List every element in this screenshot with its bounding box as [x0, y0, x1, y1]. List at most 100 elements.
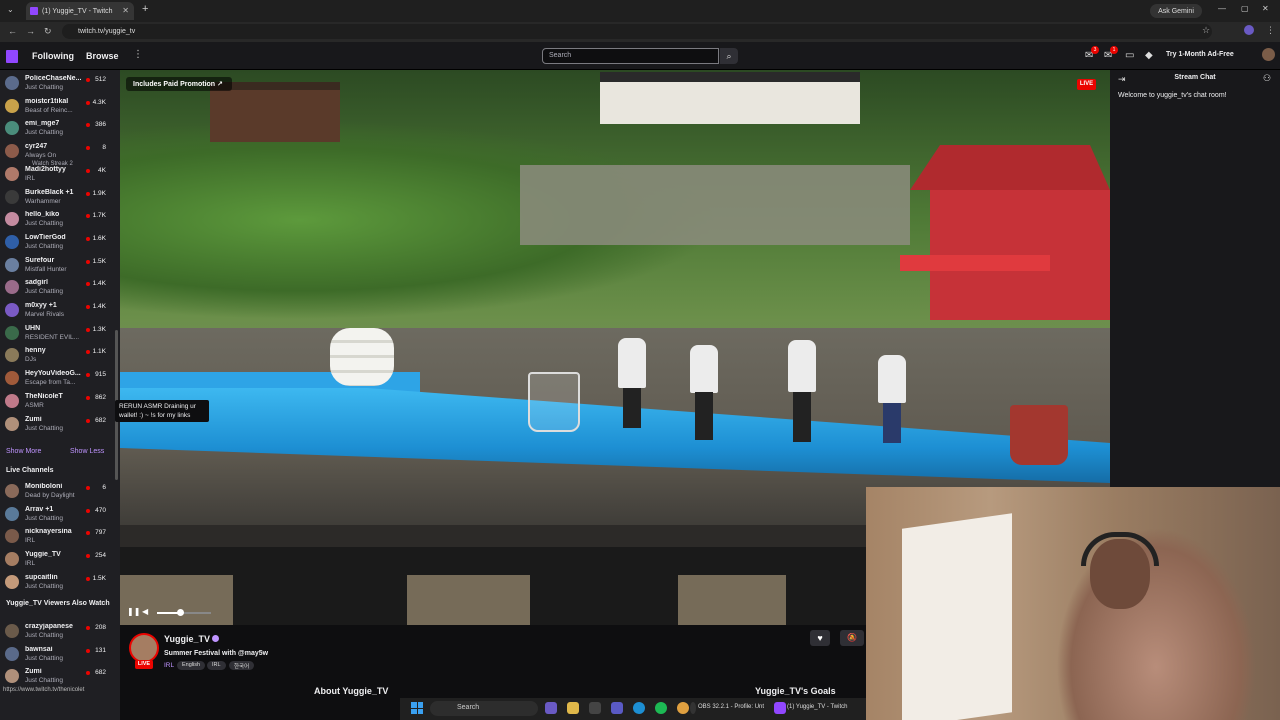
- ad-free-button[interactable]: Try 1-Month Ad-Free: [1166, 51, 1234, 58]
- sidebar-channel-row[interactable]: moistcr1tikal Beast of Reinc... 4.3K: [0, 95, 120, 117]
- teams-icon[interactable]: [611, 702, 623, 714]
- volume-icon[interactable]: ◀: [142, 607, 148, 616]
- inbox-icon[interactable]: ▭: [1125, 50, 1134, 61]
- sidebar-channel-row[interactable]: PoliceChaseNe... Just Chatting 512: [0, 72, 120, 94]
- live-dot-icon: [86, 100, 90, 105]
- sidebar-channel-row[interactable]: m0xyy +1 Marvel Rivals 1.4K: [0, 299, 120, 321]
- sidebar-channel-row[interactable]: supcaitlin Just Chatting 1.5K: [0, 571, 120, 593]
- maximize-icon[interactable]: ▢: [1241, 4, 1249, 13]
- tag-irl[interactable]: IRL: [207, 661, 226, 670]
- sidebar-channel-row[interactable]: Yuggie_TV IRL 254: [0, 548, 120, 570]
- browser-tab[interactable]: (1) Yuggie_TV - Twitch ✕: [26, 2, 134, 20]
- sidebar-channel-row[interactable]: cyr247 Always On 8: [0, 140, 120, 162]
- windows-start-icon[interactable]: [411, 702, 423, 714]
- user-avatar[interactable]: [1262, 48, 1275, 61]
- sidebar-channel-row[interactable]: TheNicoleT ASMR 862: [0, 390, 120, 412]
- close-tab-icon[interactable]: ✕: [122, 6, 129, 15]
- sidebar-channel-row[interactable]: hello_kiko Just Chatting 1.7K: [0, 208, 120, 230]
- sidebar-channel-row[interactable]: Surefour Mistfall Hunter 1.5K: [0, 254, 120, 276]
- channel-live-badge: LIVE: [135, 660, 153, 669]
- video-basket: [528, 372, 580, 432]
- sidebar-channel-row[interactable]: sadgirl Just Chatting 1.4K: [0, 276, 120, 298]
- sidebar-channel-row[interactable]: UHN RESIDENT EVIL... 1.3K: [0, 322, 120, 344]
- live-dot-icon: [86, 554, 90, 559]
- channel-avatar[interactable]: [129, 633, 159, 663]
- back-icon[interactable]: ←: [8, 26, 17, 36]
- tag-korean[interactable]: 한국어: [229, 661, 255, 670]
- bits-icon[interactable]: ◆: [1145, 50, 1153, 61]
- tab-title: (1) Yuggie_TV - Twitch: [42, 7, 113, 15]
- close-window-icon[interactable]: ✕: [1262, 4, 1269, 13]
- channel-category: Just Chatting: [25, 424, 63, 432]
- volume-slider-handle[interactable]: [177, 609, 184, 616]
- ask-gemini-button[interactable]: Ask Gemini: [1150, 4, 1202, 18]
- sidebar-channel-row[interactable]: henny DJs 1.1K: [0, 344, 120, 366]
- browser-menu-icon[interactable]: ⋮: [1266, 25, 1275, 36]
- taskbar-twitch[interactable]: (1) Yuggie_TV - Twitch: [787, 704, 847, 710]
- edge-icon[interactable]: [633, 702, 645, 714]
- sidebar-channel-row[interactable]: LowTierGod Just Chatting 1.6K: [0, 231, 120, 253]
- forward-icon[interactable]: →: [26, 26, 35, 36]
- tag-english[interactable]: English: [177, 661, 206, 670]
- reload-icon[interactable]: ↻: [44, 26, 52, 37]
- copilot-icon[interactable]: [545, 702, 557, 714]
- nav-following[interactable]: Following: [32, 51, 74, 61]
- channel-name: HeyYouVideoG...: [25, 370, 81, 378]
- paid-promotion-badge[interactable]: Includes Paid Promotion ↗: [126, 77, 232, 91]
- url-field[interactable]: twitch.tv/yuggie_tv: [62, 24, 1212, 39]
- taskbar-obs[interactable]: OBS 32.2.1 - Profile: Unt: [698, 704, 764, 710]
- obs-icon[interactable]: [690, 702, 696, 714]
- channel-category: Just Chatting: [25, 677, 63, 685]
- channel-name[interactable]: Yuggie_TV: [164, 634, 210, 644]
- channel-avatar: [5, 624, 19, 638]
- chrome-icon[interactable]: [677, 702, 689, 714]
- chat-users-icon[interactable]: ⚇: [1263, 73, 1271, 84]
- channel-name: Yuggie_TV: [25, 551, 61, 559]
- sidebar-channel-row[interactable]: Zumi Just Chatting 682: [0, 413, 120, 435]
- sidebar-channel-row[interactable]: Zumi Just Chatting 682: [0, 665, 120, 687]
- live-dot-icon: [86, 78, 90, 82]
- terminal-icon[interactable]: [589, 702, 601, 714]
- nav-browse[interactable]: Browse: [86, 51, 119, 61]
- channel-category: Just Chatting: [25, 514, 63, 522]
- profile-icon[interactable]: [1244, 25, 1254, 35]
- sidebar-channel-row[interactable]: Madi2hottyy IRL 4K: [0, 163, 120, 185]
- sidebar-channel-row[interactable]: Arrav +1 Just Chatting 470: [0, 503, 120, 525]
- taskbar-twitch-icon[interactable]: [774, 702, 786, 714]
- sidebar-channel-row[interactable]: crazyjapanese Just Chatting 208: [0, 620, 120, 642]
- channel-name: cyr247: [25, 143, 48, 151]
- sidebar-channel-row[interactable]: nicknayersina IRL 797: [0, 525, 120, 547]
- live-dot-icon: [86, 373, 90, 378]
- sidebar-channel-row[interactable]: Moniboloni Dead by Daylight 6: [0, 480, 120, 502]
- channel-category: Just Chatting: [25, 582, 63, 590]
- minimize-icon[interactable]: —: [1218, 4, 1226, 13]
- chat-welcome-message: Welcome to yuggie_tv's chat room!: [1118, 92, 1227, 99]
- file-explorer-icon[interactable]: [567, 702, 579, 714]
- spotify-icon[interactable]: [655, 702, 667, 714]
- collapse-chat-icon[interactable]: ⇥: [1118, 74, 1126, 85]
- more-menu-icon[interactable]: ⋮: [133, 49, 143, 60]
- sidebar-channel-row[interactable]: BurkeBlack +1 Warhammer 1.9K: [0, 186, 120, 208]
- follow-heart-icon[interactable]: ♥: [810, 630, 830, 646]
- pause-icon[interactable]: ❚❚: [127, 607, 140, 616]
- notification-bell-icon[interactable]: 🔕: [840, 630, 864, 646]
- channel-name: bawnsai: [25, 645, 53, 653]
- new-tab-icon[interactable]: +: [142, 3, 148, 15]
- sidebar-channel-row[interactable]: HeyYouVideoG... Escape from Ta... 915: [0, 367, 120, 389]
- taskbar-search[interactable]: Search: [430, 701, 538, 716]
- search-input[interactable]: Search: [542, 48, 719, 64]
- video-house-left: [210, 82, 340, 142]
- pavilion-railing: [900, 255, 1050, 271]
- tab-search-icon[interactable]: ⌄: [7, 5, 14, 14]
- channel-name: m0xyy +1: [25, 302, 57, 309]
- stream-category[interactable]: IRL: [164, 662, 174, 669]
- bookmark-star-icon[interactable]: ☆: [1202, 25, 1210, 36]
- viewer-count: 1.9K: [92, 189, 106, 197]
- show-less-link[interactable]: Show Less: [70, 448, 104, 455]
- sidebar-channel-row[interactable]: bawnsai Just Chatting 131: [0, 643, 120, 665]
- show-more-link[interactable]: Show More: [6, 448, 41, 455]
- sidebar-channel-row[interactable]: emi_mge7 Just Chatting 386: [0, 117, 120, 139]
- search-icon[interactable]: ⌕: [720, 48, 738, 64]
- twitch-logo-icon[interactable]: [6, 50, 18, 63]
- channel-avatar: [5, 234, 19, 249]
